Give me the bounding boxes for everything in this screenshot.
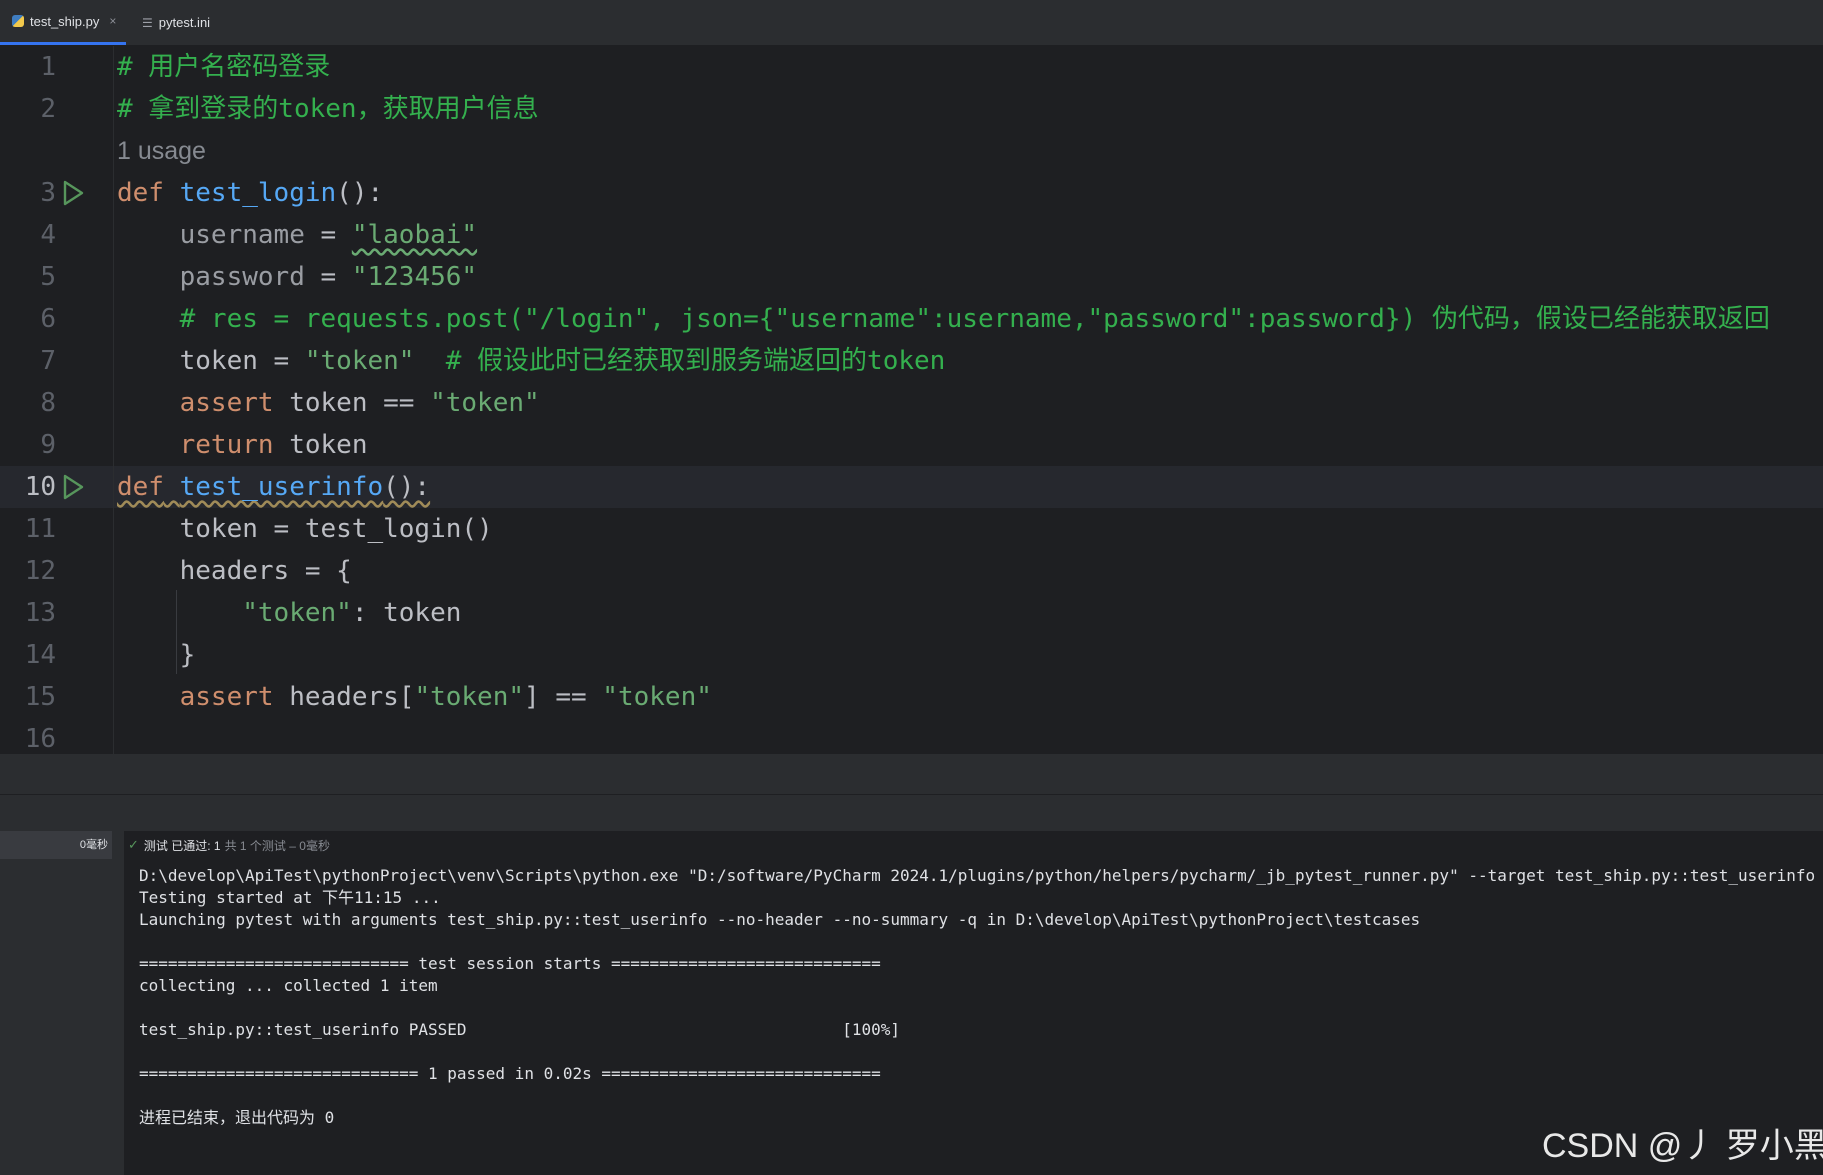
line-number: 4 — [40, 220, 56, 250]
code-line-8: assert token == "token" — [117, 382, 540, 424]
code-line-9: return token — [117, 424, 368, 466]
code-text: token = test_login() — [179, 514, 493, 544]
punctuation: (): — [383, 472, 431, 502]
code-line-6: # res = requests.post("/login", json={"u… — [117, 298, 1770, 340]
keyword: return — [179, 430, 274, 460]
punctuation: (): — [336, 178, 384, 208]
code-text: token — [273, 430, 368, 460]
line-number: 7 — [40, 346, 56, 376]
line-number: 15 — [24, 682, 56, 712]
string-literal: "123456" — [351, 262, 478, 292]
operator: = — [304, 262, 352, 292]
console-line: ============================= 1 passed i… — [139, 1064, 881, 1083]
code-line-1: # 用户名密码登录 — [117, 46, 330, 88]
test-status-bar: ✓ 测试 已通过: 1 共 1 个测试 – 0毫秒 — [128, 831, 330, 859]
string-literal: "token" — [430, 388, 540, 418]
keyword: def — [117, 178, 164, 208]
string-literal: "token" — [304, 346, 415, 376]
run-test-icon[interactable] — [60, 172, 86, 214]
code-text: : token — [351, 598, 462, 628]
close-tab-icon[interactable]: × — [109, 14, 116, 28]
code-line-11: token = test_login() — [117, 508, 493, 550]
comment: # 拿到登录的token，获取用户信息 — [117, 94, 539, 124]
tab-test-ship-py[interactable]: test_ship.py × — [0, 0, 127, 45]
line-number: 6 — [40, 304, 56, 334]
tab-pytest-ini[interactable]: ☰ pytest.ini — [142, 0, 210, 45]
string-literal: "token" — [242, 598, 352, 628]
test-tree: 0毫秒 — [0, 831, 124, 1175]
console-line: Testing started at 下午11:15 ... — [139, 888, 441, 907]
line-number: 1 — [40, 52, 56, 82]
code-line-3: def test_login(): — [117, 172, 383, 214]
console-line: ============================ test sessio… — [139, 954, 881, 973]
operator: = — [304, 220, 352, 250]
code-text: token == — [273, 388, 431, 418]
line-number: 5 — [40, 262, 56, 292]
comment: # 用户名密码登录 — [117, 52, 331, 82]
tab-label: pytest.ini — [158, 15, 211, 30]
code-text: } — [179, 640, 196, 670]
function-name: test_login — [179, 178, 337, 208]
run-tool-window-header — [0, 795, 1823, 831]
editor-horizontal-scrollbar[interactable] — [0, 754, 1823, 795]
line-number: 8 — [40, 388, 56, 418]
code-line-12: headers = { — [117, 550, 352, 592]
status-detail: 共 1 个测试 – 0毫秒 — [224, 838, 330, 853]
code-text: token = — [179, 346, 305, 376]
usage-hint[interactable]: 1 usage — [117, 130, 206, 172]
code-text: headers = { — [179, 556, 352, 586]
code-text: ] == — [524, 682, 603, 712]
code-line-10: def test_userinfo(): — [117, 466, 430, 508]
ini-file-icon: ☰ — [142, 15, 153, 30]
editor-tab-bar: test_ship.py × ☰ pytest.ini — [0, 0, 1823, 46]
keyword: def — [117, 472, 164, 502]
code-editor[interactable]: 1 2 3 4 5 6 7 8 9 10 11 12 13 14 15 16 #… — [0, 46, 1823, 754]
variable: username — [179, 220, 305, 250]
python-file-icon — [12, 15, 24, 27]
code-line-13: "token": token — [117, 592, 461, 634]
line-number: 12 — [24, 556, 56, 586]
tab-label: test_ship.py — [30, 13, 100, 29]
line-number: 11 — [24, 514, 56, 544]
line-number: 2 — [40, 94, 56, 124]
variable: password — [179, 262, 305, 292]
code-line-5: password = "123456" — [117, 256, 477, 298]
check-icon: ✓ — [128, 837, 139, 852]
string-literal: "token" — [414, 682, 525, 712]
line-number: 3 — [40, 178, 56, 208]
line-number: 13 — [24, 598, 56, 628]
watermark: CSDN @丿 罗小黑 — [1542, 1127, 1823, 1165]
comment: # 假设此时已经获取到服务端返回的token — [414, 346, 946, 376]
code-line-7: token = "token" # 假设此时已经获取到服务端返回的token — [117, 340, 946, 382]
gutter-divider — [113, 46, 114, 754]
function-name: test_userinfo — [179, 472, 384, 502]
run-test-icon[interactable] — [60, 466, 86, 508]
string-literal: "laobai" — [351, 220, 478, 250]
line-number: 14 — [24, 640, 56, 670]
status-label: 测试 已通过: 1 — [143, 838, 221, 853]
console-line: collecting ... collected 1 item — [139, 976, 438, 995]
console-line: D:\develop\ApiTest\pythonProject\venv\Sc… — [139, 866, 1816, 885]
keyword: assert — [179, 682, 274, 712]
comment: # res = requests.post("/login", json={"u… — [179, 304, 1770, 334]
console-line: 进程已结束，退出代码为 0 — [139, 1108, 335, 1127]
line-number-gutter: 1 2 3 4 5 6 7 8 9 10 11 12 13 14 15 16 — [0, 46, 114, 754]
code-line-14: } — [117, 634, 196, 676]
test-tree-item[interactable]: 0毫秒 — [0, 831, 112, 859]
code-line-15: assert headers["token"] == "token" — [117, 676, 712, 718]
code-line-2: # 拿到登录的token，获取用户信息 — [117, 88, 539, 130]
string-literal: "token" — [602, 682, 712, 712]
console-line: Launching pytest with arguments test_shi… — [139, 910, 1421, 929]
console-line: test_ship.py::test_userinfo PASSED [100%… — [139, 1020, 900, 1039]
code-line-4: username = "laobai" — [117, 214, 477, 256]
keyword: assert — [179, 388, 274, 418]
line-number: 10 — [24, 472, 56, 502]
code-text: headers[ — [273, 682, 415, 712]
line-number: 9 — [40, 430, 56, 460]
